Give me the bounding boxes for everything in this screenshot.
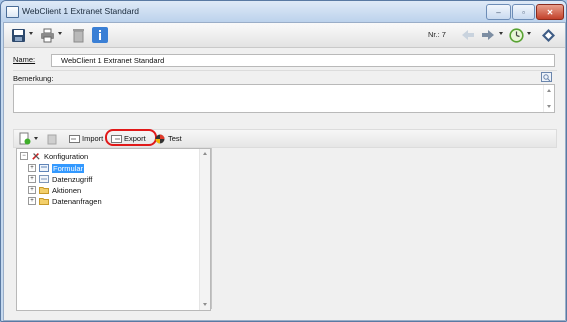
tree-root-label: Konfiguration [44,151,89,161]
history-dropdown-icon[interactable] [527,32,531,35]
tools-icon [32,153,40,160]
bemerkung-field[interactable] [13,84,555,113]
collapse-icon[interactable]: − [20,152,28,160]
close-button[interactable]: ✕ [536,4,564,20]
expand-icon[interactable]: + [28,175,36,183]
import-label: Import [82,134,104,143]
window-title: WebClient 1 Extranet Standard [22,6,140,16]
save-icon[interactable] [10,27,26,43]
tree-item-aktionen: Aktionen [52,185,82,195]
app-icon [6,6,19,18]
config-tree: − Konfiguration + Formular + Datenzugrif… [16,148,211,311]
tree-item-datenanfragen: Datenanfragen [52,196,102,206]
config-toolbar: Import Export Test [13,129,557,148]
tree-item-datenzugriff: Datenzugriff [52,174,93,184]
main-toolbar: Nr.: 7 [4,23,565,48]
name-field[interactable]: WebClient 1 Extranet Standard [51,54,555,67]
expand-icon[interactable]: + [28,197,36,205]
print-dropdown-icon[interactable] [58,32,62,35]
record-number: Nr.: 7 [428,30,446,39]
expand-icon[interactable]: + [28,164,36,172]
divider [13,70,557,71]
tree-node-datenzugriff[interactable]: + Datenzugriff [28,174,92,184]
folder-icon [39,198,49,205]
form-icon [39,164,49,172]
tree-node-datenanfragen[interactable]: + Datenanfragen [28,196,102,206]
info-icon[interactable] [92,27,108,43]
back-icon[interactable] [460,27,476,43]
expand-icon[interactable]: + [28,186,36,194]
print-icon[interactable] [39,27,55,43]
name-value: WebClient 1 Extranet Standard [61,56,165,65]
import-button[interactable]: Import [69,132,103,145]
detail-pane [211,148,554,309]
new-dropdown-icon[interactable] [34,137,38,140]
client-area: Nr.: 7 Name: WebClient 1 Extranet Standa… [3,22,566,321]
tree-node-aktionen[interactable]: + Aktionen [28,185,81,195]
main-window: WebClient 1 Extranet Standard – ▫ ✕ Nr.:… [0,0,567,322]
bemerkung-label: Bemerkung: [13,74,54,83]
tree-item-formular: Formular [52,163,85,173]
options-icon[interactable] [540,27,556,43]
maximize-button[interactable]: ▫ [512,4,535,20]
name-label: Name: [13,55,36,64]
test-label: Test [168,134,182,143]
delete-icon[interactable] [70,27,86,43]
test-button[interactable]: Test [155,132,182,145]
forward-icon[interactable] [480,27,496,43]
forward-dropdown-icon[interactable] [499,32,503,35]
zoom-icon[interactable] [540,72,552,82]
export-highlight [105,129,157,146]
delete-config-icon[interactable] [47,132,57,145]
tree-scrollbar[interactable] [199,149,210,310]
tree-node-konfiguration[interactable]: − Konfiguration [20,151,88,161]
history-icon[interactable] [508,27,524,43]
save-dropdown-icon[interactable] [29,32,33,35]
bemerkung-scrollbar[interactable] [543,85,554,112]
title-bar[interactable]: WebClient 1 Extranet Standard – ▫ ✕ [1,1,566,22]
minimize-button[interactable]: – [486,4,511,20]
data-icon [39,175,49,183]
new-icon[interactable] [19,132,31,145]
tree-node-formular[interactable]: + Formular [28,163,85,173]
folder-icon [39,187,49,194]
